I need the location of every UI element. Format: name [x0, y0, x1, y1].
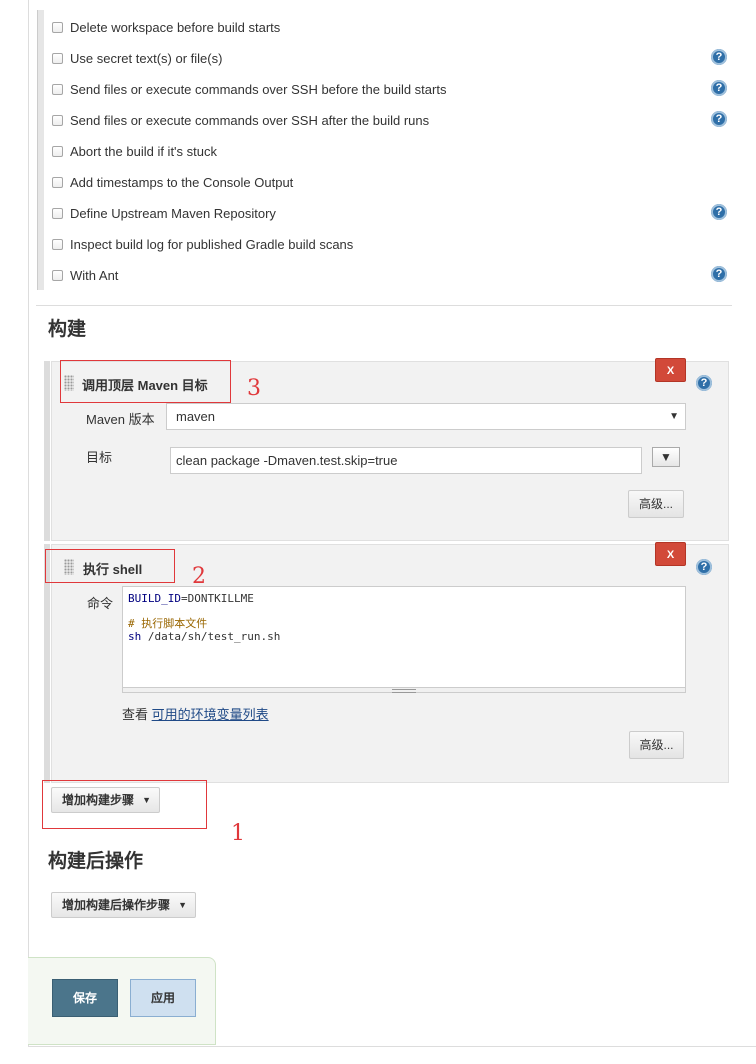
chevron-down-icon: ▼ — [669, 411, 679, 422]
textarea-resize-handle[interactable] — [122, 687, 686, 693]
option-ssh-after[interactable]: Send files or execute commands over SSH … — [52, 110, 429, 130]
option-label: Send files or execute commands over SSH … — [70, 112, 430, 128]
build-environment-group-bar — [37, 10, 44, 290]
help-icon[interactable]: ? — [696, 559, 712, 575]
delete-step-button[interactable]: X — [655, 358, 686, 382]
build-section-title: 构建 — [48, 319, 87, 340]
option-secret-text[interactable]: Use secret text(s) or file(s) — [52, 48, 222, 68]
shell-advanced-button[interactable]: 高级... — [629, 731, 684, 759]
annotation-number-3: 3 — [247, 376, 261, 401]
help-icon[interactable]: ? — [711, 266, 727, 282]
option-with-ant[interactable]: With Ant — [52, 265, 118, 285]
maven-version-value: maven — [176, 409, 216, 424]
command-label: 命令 — [87, 596, 114, 611]
code-line: BUILD_ID=DONTKILLME — [128, 592, 254, 605]
checkbox[interactable] — [52, 176, 63, 188]
annotation-box-3 — [60, 360, 231, 403]
save-button[interactable]: 保存 — [52, 979, 118, 1017]
annotation-number-1: 1 — [231, 821, 245, 846]
maven-advanced-button[interactable]: 高级... — [628, 490, 684, 518]
caret-down-icon: ▼ — [178, 900, 187, 910]
apply-button[interactable]: 应用 — [130, 979, 196, 1017]
env-vars-link[interactable]: 可用的环境变量列表 — [152, 707, 269, 722]
section-divider — [36, 305, 732, 306]
maven-version-select[interactable]: maven ▼ — [166, 403, 686, 430]
option-timestamps[interactable]: Add timestamps to the Console Output — [52, 172, 293, 192]
delete-step-button[interactable]: X — [655, 542, 686, 566]
option-label: Use secret text(s) or file(s) — [70, 50, 223, 66]
help-icon[interactable]: ? — [711, 204, 727, 220]
checkbox[interactable] — [52, 145, 63, 157]
option-label: Send files or execute commands over SSH … — [70, 81, 447, 97]
post-build-section-title: 构建后操作 — [48, 851, 144, 872]
option-gradle-scans[interactable]: Inspect build log for published Gradle b… — [52, 234, 353, 254]
goals-input[interactable]: clean package -Dmaven.test.skip=true — [170, 447, 642, 474]
option-ssh-before[interactable]: Send files or execute commands over SSH … — [52, 79, 446, 99]
option-label: Delete workspace before build starts — [70, 19, 281, 35]
option-label: Define Upstream Maven Repository — [70, 205, 276, 221]
option-delete-workspace[interactable]: Delete workspace before build starts — [52, 17, 280, 37]
option-upstream-maven[interactable]: Define Upstream Maven Repository — [52, 203, 276, 223]
checkbox[interactable] — [52, 83, 63, 95]
option-abort-stuck[interactable]: Abort the build if it's stuck — [52, 141, 217, 161]
env-vars-prefix: 查看 — [122, 707, 152, 722]
option-label: Add timestamps to the Console Output — [70, 174, 294, 190]
option-label: With Ant — [70, 267, 119, 283]
expand-textarea-button[interactable]: ▼ — [652, 447, 680, 467]
add-post-build-step-button[interactable]: 增加构建后操作步骤 ▼ — [51, 892, 196, 918]
help-icon[interactable]: ? — [711, 111, 727, 127]
annotation-number-2: 2 — [192, 564, 206, 589]
add-post-build-step-label: 增加构建后操作步骤 — [62, 898, 171, 912]
maven-version-label: Maven 版本 — [86, 412, 155, 427]
code-line: sh /data/sh/test_run.sh — [128, 629, 281, 643]
help-icon[interactable]: ? — [696, 375, 712, 391]
checkbox[interactable] — [52, 52, 63, 64]
checkbox[interactable] — [52, 207, 63, 219]
checkbox[interactable] — [52, 238, 63, 250]
option-label: Inspect build log for published Gradle b… — [70, 236, 354, 252]
annotation-box-2 — [45, 549, 175, 583]
annotation-box-1 — [42, 780, 207, 829]
help-icon[interactable]: ? — [711, 49, 727, 65]
help-icon[interactable]: ? — [711, 80, 727, 96]
option-label: Abort the build if it's stuck — [70, 143, 217, 159]
env-vars-hint: 查看 可用的环境变量列表 — [122, 704, 269, 723]
checkbox[interactable] — [52, 114, 63, 126]
checkbox[interactable] — [52, 21, 63, 33]
goals-label: 目标 — [86, 450, 113, 465]
checkbox[interactable] — [52, 269, 63, 281]
step-group-bar — [44, 361, 50, 541]
command-textarea[interactable]: BUILD_ID=DONTKILLME # 执行脚本文件 sh /data/sh… — [122, 586, 686, 688]
